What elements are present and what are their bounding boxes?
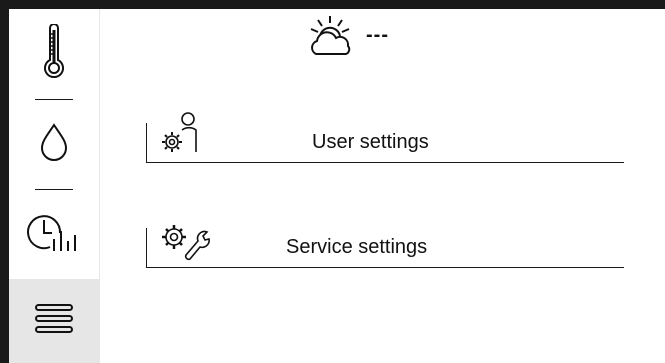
menu-icon (34, 301, 74, 342)
user-settings-button[interactable]: User settings (146, 110, 624, 163)
outdoor-temperature-value: --- (366, 23, 389, 46)
sidebar-item-temperature[interactable] (9, 9, 99, 99)
row-bottom-rule (146, 162, 624, 163)
weather-status: --- (300, 14, 389, 65)
row-bottom-rule (146, 267, 624, 268)
service-settings-button[interactable]: Service settings (146, 218, 624, 268)
partly-sunny-icon (300, 14, 364, 65)
row-left-rule (146, 228, 147, 268)
water-drop-icon (37, 122, 71, 167)
frame-left (0, 0, 9, 363)
service-settings-label: Service settings (286, 236, 428, 258)
thermometer-icon (39, 22, 69, 85)
sidebar (9, 9, 100, 363)
row-left-rule (146, 123, 147, 163)
sidebar-item-schedule[interactable] (9, 189, 99, 279)
user-settings-label: User settings (312, 131, 429, 153)
service-settings-icon (156, 221, 212, 266)
frame-top (0, 0, 665, 9)
clock-chart-icon (24, 211, 84, 258)
user-settings-icon (156, 110, 206, 159)
sidebar-item-humidity[interactable] (9, 99, 99, 189)
sidebar-item-menu[interactable] (9, 279, 99, 363)
